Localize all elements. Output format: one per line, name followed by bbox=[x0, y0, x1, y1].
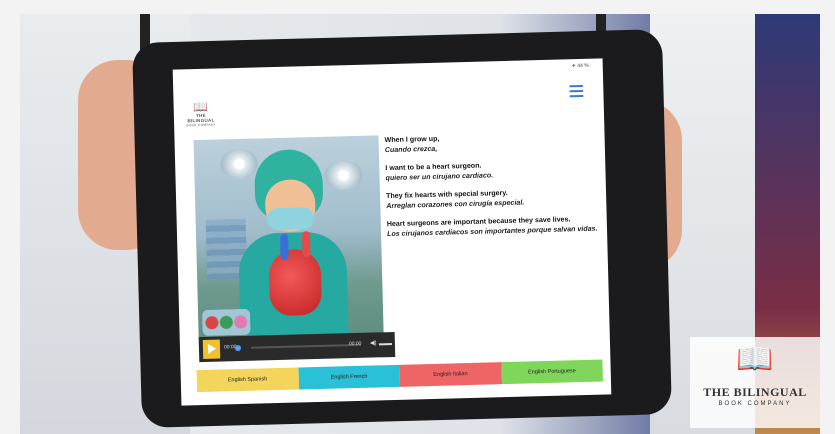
lang-english-italian-button[interactable]: English Italian bbox=[399, 362, 502, 387]
lang-english-french-button[interactable]: English French bbox=[298, 364, 401, 390]
audio-player: 00:00 00:00 ◀) bbox=[198, 331, 396, 363]
tablet-screen: ✈ 44 % 📖 THE BILINGUAL BOOK COMPANY 00:0… bbox=[172, 58, 612, 406]
story-text: When I grow up, Cuando crezca, I want to… bbox=[384, 131, 602, 240]
seek-bar[interactable] bbox=[250, 343, 361, 349]
surgical-lamp-left bbox=[219, 148, 259, 180]
volume-icon[interactable]: ◀) bbox=[370, 339, 377, 346]
open-book-icon: 📖 bbox=[736, 343, 774, 376]
watermark-logo: 📖 THE BILINGUAL BOOK COMPANY bbox=[690, 337, 820, 428]
photo-scene: ✈ 44 % 📖 THE BILINGUAL BOOK COMPANY 00:0… bbox=[0, 0, 835, 434]
story-illustration bbox=[193, 135, 384, 352]
lang-english-spanish-button[interactable]: English Spanish bbox=[196, 367, 299, 393]
surgeon-mask bbox=[267, 207, 314, 231]
watermark-brand-tagline: BOOK COMPANY bbox=[718, 401, 792, 407]
play-button[interactable] bbox=[202, 339, 221, 359]
duration: 00:00 bbox=[348, 340, 362, 348]
surgical-lamp-right bbox=[324, 159, 363, 191]
brand-tagline: BOOK COMPANY bbox=[186, 122, 216, 128]
instrument-tray bbox=[201, 308, 251, 336]
heart-model bbox=[268, 248, 323, 317]
seek-knob[interactable] bbox=[234, 344, 242, 352]
open-book-icon: 📖 bbox=[192, 99, 209, 115]
heart-vessel bbox=[280, 233, 289, 260]
lang-english-portuguese-button[interactable]: English Portuguese bbox=[500, 359, 603, 385]
watermark-brand-name: THE BILINGUAL bbox=[703, 385, 807, 399]
status-bar: ✈ 44 % bbox=[571, 62, 589, 70]
hamburger-menu-icon[interactable] bbox=[569, 84, 584, 98]
volume-slider[interactable] bbox=[378, 343, 392, 346]
heart-artery bbox=[301, 231, 311, 258]
brand-logo[interactable]: 📖 THE BILINGUAL BOOK COMPANY bbox=[183, 99, 220, 128]
language-selector: English Spanish English French English I… bbox=[196, 359, 603, 393]
